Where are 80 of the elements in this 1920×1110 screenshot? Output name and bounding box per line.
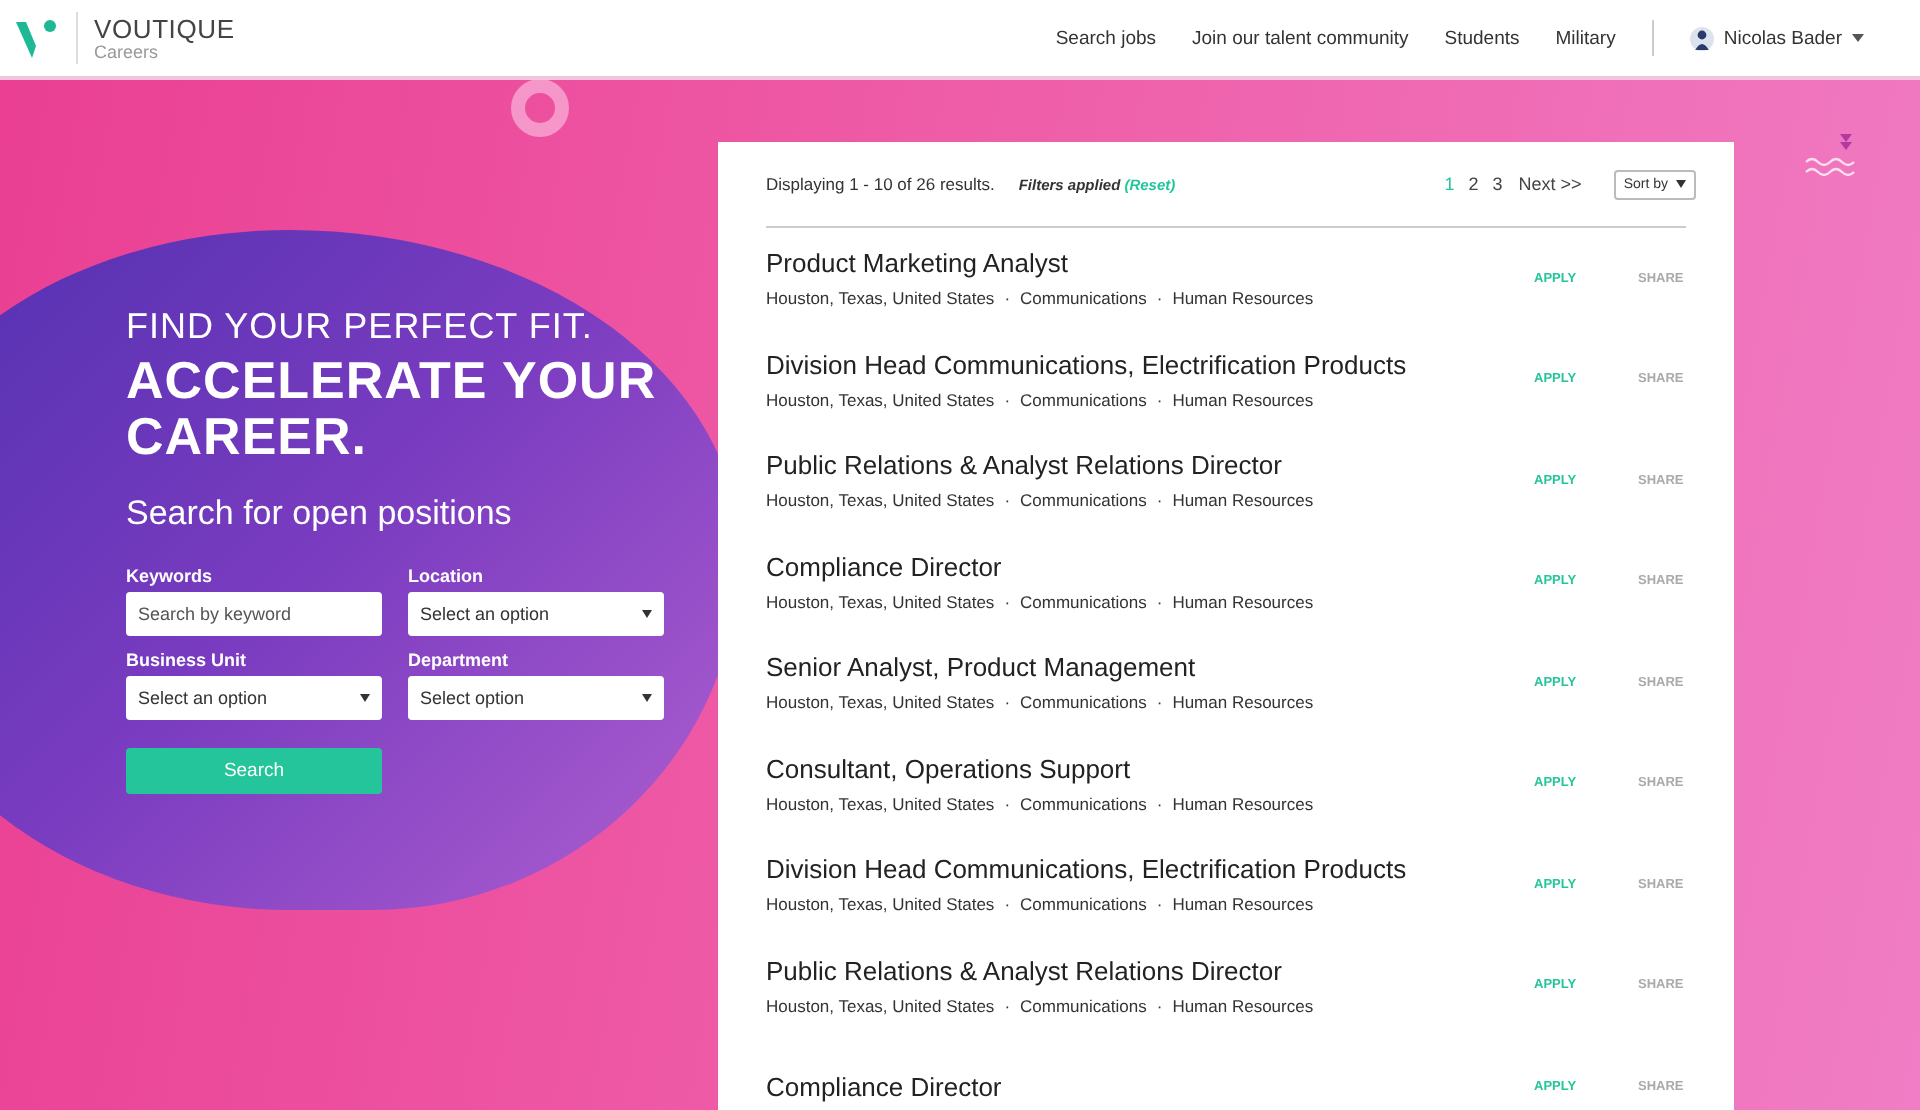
job-title[interactable]: Division Head Communications, Electrification Products [766, 349, 1534, 380]
job-tag: Human Resources [1172, 995, 1314, 1016]
separator-dot: · [1004, 995, 1011, 1016]
job-location: Houston, Texas, United States [766, 389, 995, 410]
hero-kicker: FIND YOUR PERFECT FIT. [126, 306, 595, 348]
job-location: Houston, Texas, United States [766, 692, 995, 713]
separator-dot: · [1004, 389, 1011, 410]
select-field[interactable]: Select an option [126, 675, 382, 720]
next-link[interactable]: Next >> [1518, 174, 1582, 194]
user-menu[interactable]: Nicolas Bader [1689, 25, 1864, 51]
separator-dot: · [1004, 591, 1011, 612]
select-field[interactable]: Select option [408, 675, 664, 720]
select-field[interactable]: Select an option [408, 591, 664, 636]
job-location: Houston, Texas, United States [766, 490, 995, 511]
caret-icon [1852, 34, 1864, 42]
nav-link[interactable]: Join our talent community [1192, 27, 1409, 49]
job-title[interactable]: Consultant, Operations Support [766, 753, 1534, 784]
separator-dot: · [1004, 692, 1011, 713]
job-title[interactable]: Division Head Communications, Electrification Products [766, 854, 1534, 885]
job-title[interactable]: Product Marketing Analyst [766, 248, 1534, 279]
job-tag: Human Resources [1172, 894, 1314, 915]
search-heading: Search for open positions [126, 493, 514, 534]
caret-icon [642, 609, 652, 618]
separator-dot: · [1004, 490, 1011, 511]
brand-name: VOUTIQUE [94, 15, 235, 41]
job-location: Houston, Texas, United States [766, 995, 995, 1016]
page-link[interactable]: 2 [1468, 174, 1479, 194]
separator-dot: · [1156, 490, 1163, 511]
job-tag: Human Resources [1172, 591, 1314, 612]
separator-dot: · [1004, 793, 1011, 814]
ring-decoration [508, 80, 572, 140]
separator-dot: · [1156, 995, 1163, 1016]
separator-dot: · [1156, 389, 1163, 410]
separator-dot: · [1156, 288, 1163, 309]
job-tag: Communications [1020, 591, 1147, 612]
job-title[interactable]: Public Relations & Analyst Relations Director [766, 450, 1534, 481]
job-title[interactable]: Public Relations & Analyst Relations Director [766, 955, 1534, 986]
separator-dot: · [1004, 288, 1011, 309]
caret-icon [360, 693, 370, 702]
job-tag: Human Resources [1172, 793, 1314, 814]
page-link[interactable]: 3 [1492, 174, 1503, 194]
field-label: Department [408, 649, 511, 670]
job-tag: Communications [1020, 995, 1147, 1016]
keyword-field[interactable]: Search by keyword [126, 591, 382, 636]
job-title[interactable]: Compliance Director [766, 551, 1534, 582]
job-tag: Human Resources [1172, 490, 1314, 511]
job-location: Houston, Texas, United States [766, 288, 995, 309]
job-title[interactable]: Senior Analyst, Product Management [766, 652, 1534, 683]
job-tag: Human Resources [1172, 389, 1314, 410]
caret-icon [1676, 180, 1686, 188]
nav-link[interactable]: Military [1555, 27, 1616, 49]
separator-dot: · [1004, 894, 1011, 915]
person-icon [1689, 25, 1714, 51]
nav-link[interactable]: Search jobs [1055, 27, 1157, 49]
job-location: Houston, Texas, United States [766, 793, 995, 814]
hero-headline: ACCELERATE YOUR CAREER. [126, 354, 659, 466]
job-location: Houston, Texas, United States [766, 591, 995, 612]
job-title[interactable]: Compliance Director [766, 1071, 1534, 1102]
logo-icon [16, 18, 60, 58]
field-label: Location [408, 565, 485, 586]
wave-decoration [1804, 134, 1856, 178]
separator-dot: · [1156, 591, 1163, 612]
results-summary: Displaying 1 - 10 of 26 results. [766, 174, 995, 194]
job-location: Houston, Texas, United States [766, 894, 995, 915]
brand-subtitle: Careers [94, 43, 159, 61]
caret-icon [642, 693, 652, 702]
job-tag: Communications [1020, 894, 1147, 915]
nav-link[interactable]: Students [1444, 27, 1520, 49]
job-tag: Communications [1020, 793, 1147, 814]
job-tag: Communications [1020, 692, 1147, 713]
separator-dot: · [1156, 793, 1163, 814]
job-tag: Communications [1020, 288, 1147, 309]
field-label: Business Unit [126, 649, 249, 670]
job-tag: Communications [1020, 490, 1147, 511]
job-tag: Human Resources [1172, 692, 1314, 713]
separator-dot: · [1156, 894, 1163, 915]
separator-dot: · [1156, 692, 1163, 713]
field-label: Keywords [126, 565, 215, 586]
job-tag: Human Resources [1172, 288, 1314, 309]
job-tag: Communications [1020, 389, 1147, 410]
